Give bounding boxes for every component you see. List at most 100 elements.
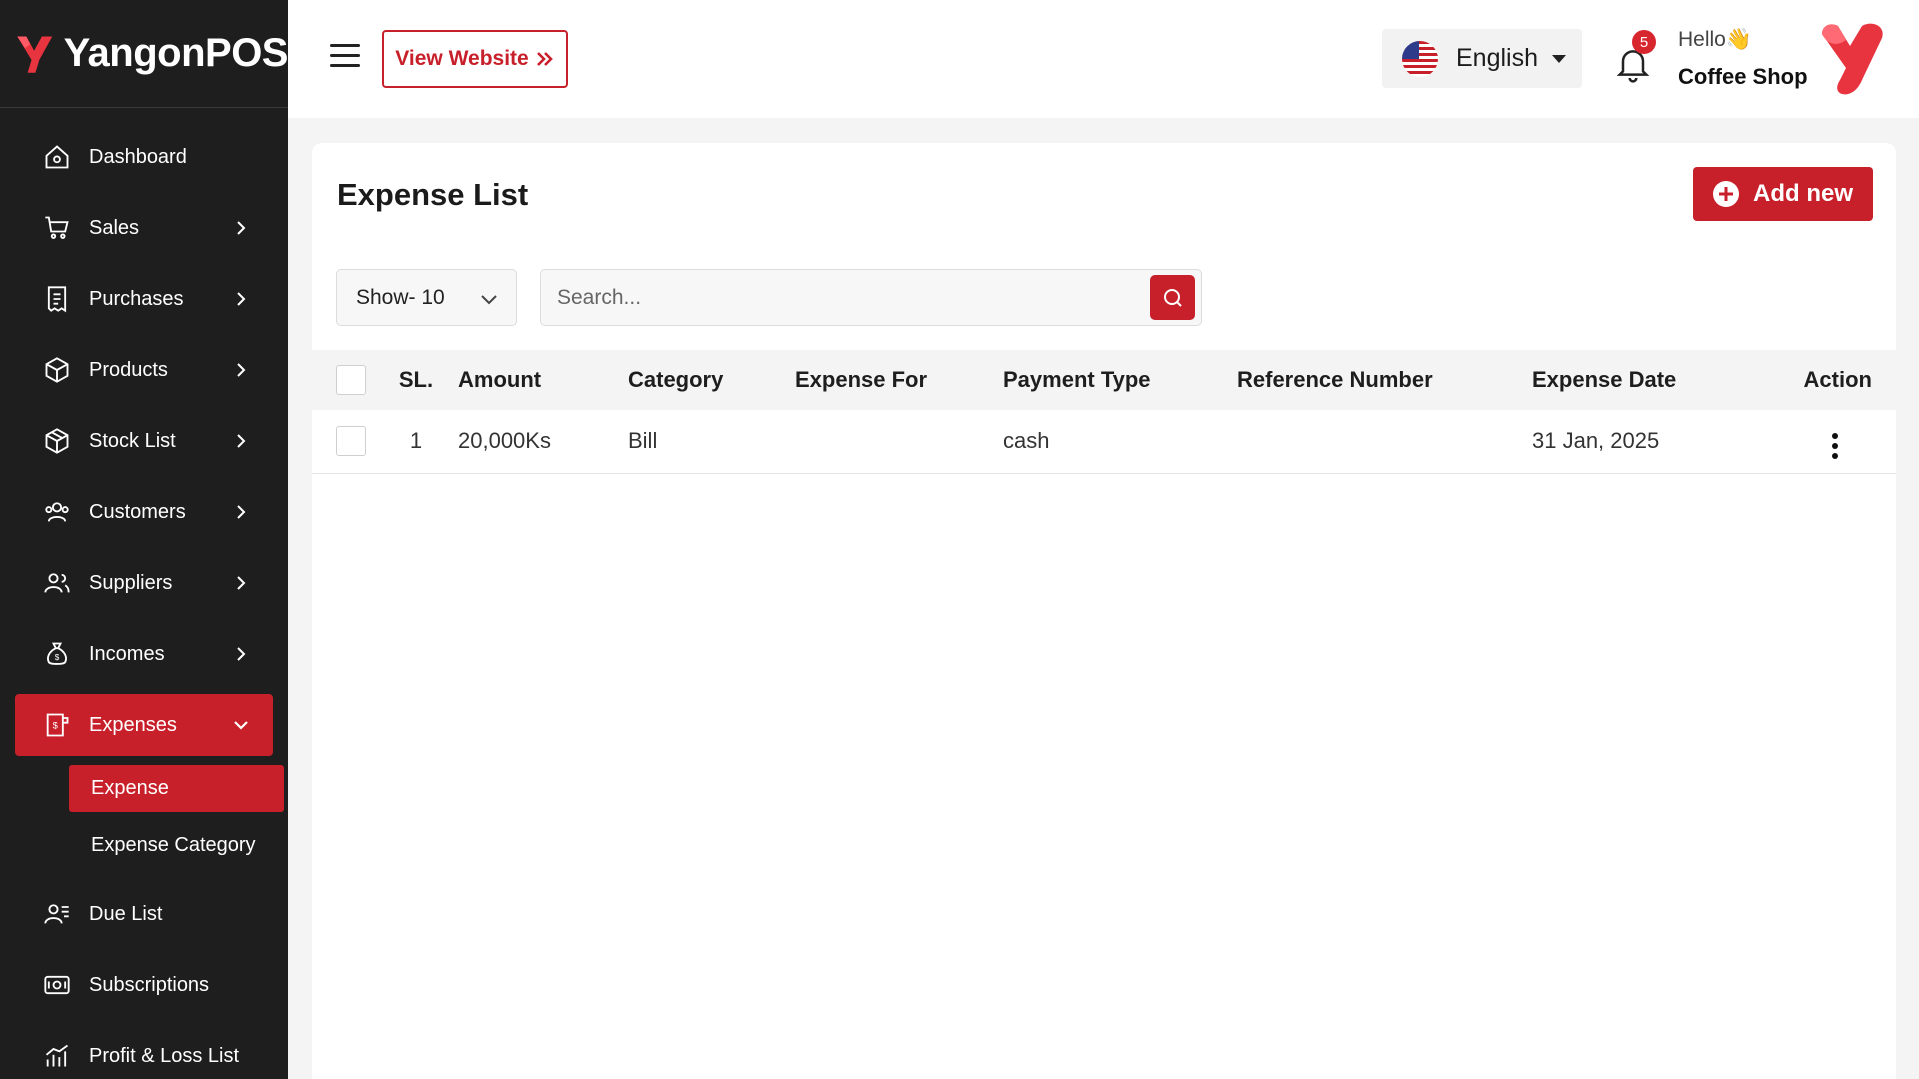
select-all-cell [312, 350, 374, 410]
sidebar-item-incomes[interactable]: $ Incomes [15, 623, 273, 685]
row-select-cell [312, 410, 374, 473]
search-box [540, 269, 1202, 326]
sidebar-item-label: Dashboard [89, 145, 187, 168]
sidebar-item-sales[interactable]: Sales [15, 197, 273, 259]
sidebar-item-stock-list[interactable]: Stock List [15, 410, 273, 472]
expense-table: SL. Amount Category Expense For Payment … [312, 350, 1896, 474]
sidebar-item-label: Due List [89, 902, 163, 925]
plus-circle-icon [1713, 181, 1739, 207]
sidebar-item-label: Subscriptions [89, 973, 210, 996]
select-all-checkbox[interactable] [336, 365, 366, 395]
due-list-icon [41, 898, 73, 930]
search-button[interactable] [1150, 275, 1195, 320]
sidebar-item-label: Expenses [89, 713, 177, 736]
column-header-expense-date[interactable]: Expense Date [1532, 350, 1772, 410]
svg-text:$: $ [55, 653, 60, 662]
sidebar-item-expenses[interactable]: $ Expenses [15, 694, 273, 756]
sidebar-nav: Dashboard Sales Purchases Products Stock… [0, 108, 288, 1079]
home-icon [41, 141, 73, 173]
dot [1832, 443, 1838, 450]
column-header-expense-for[interactable]: Expense For [795, 350, 1003, 410]
sidebar-item-label: Suppliers [89, 571, 173, 594]
column-header-amount[interactable]: Amount [458, 350, 628, 410]
dot [1832, 453, 1838, 460]
brand-logo-icon [17, 36, 53, 73]
box-icon [41, 354, 73, 386]
chevron-right-icon [237, 434, 246, 448]
view-website-button[interactable]: View Website [382, 30, 568, 88]
cell-expense-for [795, 410, 1003, 473]
sidebar-item-suppliers[interactable]: Suppliers [15, 552, 273, 614]
show-entries-select[interactable]: Show- 10 [336, 269, 517, 326]
table-header-row: SL. Amount Category Expense For Payment … [312, 350, 1896, 410]
chevron-down-icon [481, 295, 497, 305]
hamburger-line [330, 44, 360, 47]
column-header-sl[interactable]: SL. [374, 350, 458, 410]
search-icon [1163, 288, 1182, 307]
language-label: English [1456, 44, 1538, 72]
cell-category: Bill [628, 428, 658, 454]
sidebar: YangonPOS Dashboard Sales Purchases Prod… [0, 0, 288, 1079]
expenses-submenu: Expense Expense Category [0, 765, 288, 869]
avatar[interactable] [1816, 20, 1888, 98]
double-chevron-right-icon [536, 52, 553, 66]
expense-icon: $ [41, 709, 73, 741]
supplier-icon [41, 567, 73, 599]
greeting-text: Hello👋 [1678, 28, 1753, 51]
row-checkbox[interactable] [336, 426, 366, 457]
language-selector[interactable]: English [1382, 29, 1582, 88]
more-actions-icon[interactable] [1822, 429, 1848, 463]
top-header: View Website English 5 Hello👋 Coffee Sho… [288, 0, 1919, 118]
shop-name: Coffee Shop [1678, 64, 1808, 89]
sidebar-item-due-list[interactable]: Due List [15, 883, 273, 945]
expense-list-card: Expense List Add new Show- 10 SL. Amount… [312, 143, 1896, 1079]
brand-name: YangonPOS [63, 31, 288, 75]
chevron-down-icon [234, 721, 248, 730]
notification-badge: 5 [1632, 30, 1656, 54]
search-input[interactable] [541, 270, 1121, 325]
hamburger-line [330, 64, 360, 67]
view-website-label: View Website [395, 47, 529, 70]
add-new-button[interactable]: Add new [1693, 167, 1873, 221]
subscription-icon [41, 969, 73, 1001]
column-header-category[interactable]: Category [628, 350, 795, 410]
show-entries-value: Show- 10 [356, 285, 445, 309]
add-new-label: Add new [1753, 180, 1853, 207]
hamburger-line [330, 54, 360, 57]
us-flag-icon [1402, 40, 1438, 77]
package-icon [41, 425, 73, 457]
chevron-right-icon [237, 363, 246, 377]
column-header-payment-type[interactable]: Payment Type [1003, 350, 1237, 410]
sidebar-item-dashboard[interactable]: Dashboard [15, 126, 273, 188]
chart-icon [41, 1040, 73, 1072]
chevron-right-icon [237, 292, 246, 306]
sidebar-item-purchases[interactable]: Purchases [15, 268, 273, 330]
cell-reference [1237, 410, 1532, 473]
column-header-action: Action [1803, 367, 1872, 392]
chevron-right-icon [237, 505, 246, 519]
sidebar-item-label: Profit & Loss List [89, 1044, 240, 1067]
sidebar-item-label: Sales [89, 216, 140, 239]
cart-icon [41, 212, 73, 244]
cell-action [1772, 410, 1896, 473]
cell-expense-date: 31 Jan, 2025 [1532, 428, 1660, 454]
sidebar-item-customers[interactable]: Customers [15, 481, 273, 543]
users-icon [41, 496, 73, 528]
sidebar-item-label: Purchases [89, 287, 184, 310]
sidebar-item-label: Stock List [89, 429, 176, 452]
receipt-icon [41, 283, 73, 315]
menu-toggle-button[interactable] [330, 44, 360, 68]
chevron-right-icon [237, 647, 246, 661]
sidebar-item-label: Customers [89, 500, 186, 523]
sidebar-item-profit-loss[interactable]: Profit & Loss List [15, 1025, 273, 1079]
submenu-item-expense-category[interactable]: Expense Category [69, 822, 284, 869]
cell-amount: 20,000Ks [458, 428, 551, 454]
column-header-reference[interactable]: Reference Number [1237, 350, 1532, 410]
submenu-item-expense[interactable]: Expense [69, 765, 284, 812]
sidebar-item-products[interactable]: Products [15, 339, 273, 401]
sidebar-item-label: Incomes [89, 642, 165, 665]
money-bag-icon: $ [41, 638, 73, 670]
sidebar-item-subscriptions[interactable]: Subscriptions [15, 954, 273, 1016]
brand[interactable]: YangonPOS [0, 0, 288, 108]
cell-sl: 1 [409, 428, 423, 454]
